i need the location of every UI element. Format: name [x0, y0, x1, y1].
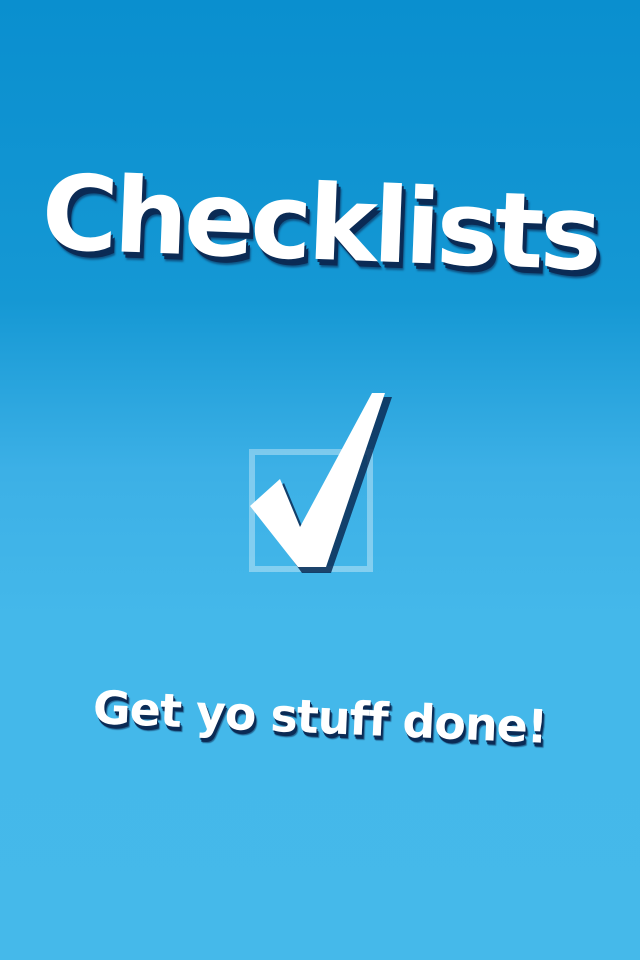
- checkmark-icon: [250, 393, 392, 573]
- splash-screen: Checklists Get yo stuff done!: [0, 0, 640, 960]
- app-title: Checklists: [39, 151, 601, 295]
- tagline: Get yo stuff done!: [91, 680, 549, 754]
- checkmark-in-box-icon: [240, 385, 400, 585]
